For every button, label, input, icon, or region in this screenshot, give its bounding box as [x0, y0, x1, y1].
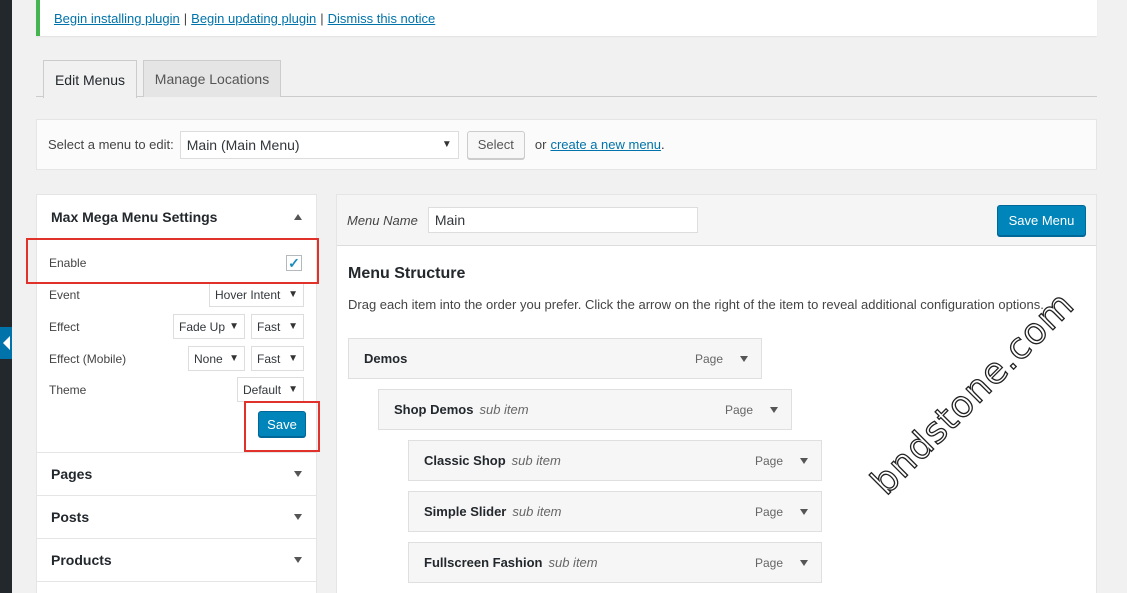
menu-item-demos[interactable]: Demos Page	[348, 338, 762, 379]
chevron-down-icon	[294, 557, 302, 563]
accordion-pages-label: Pages	[51, 466, 93, 482]
menu-select-bar: Select a menu to edit: Main (Main Menu) …	[36, 119, 1097, 170]
menu-item-type: Page	[694, 351, 723, 366]
chevron-down-icon: ▼	[288, 321, 298, 332]
menu-item-sub-label: sub item	[512, 504, 562, 519]
select-menu-label: Select a menu to edit:	[48, 137, 174, 152]
accordion-pages[interactable]: Pages	[36, 453, 317, 496]
menu-item-shop-demos[interactable]: Shop Demos sub item Page	[378, 389, 792, 430]
chevron-down-icon	[294, 471, 302, 477]
period-text: .	[661, 137, 665, 152]
menu-name-value: Main	[434, 212, 466, 228]
theme-row: Theme Default ▼	[49, 377, 304, 402]
chevron-down-icon: ▼	[288, 353, 298, 364]
mega-menu-settings-title: Max Mega Menu Settings	[51, 209, 218, 225]
admin-menu-strip	[0, 0, 12, 593]
effect-speed-select[interactable]: Fast ▼	[251, 314, 304, 339]
menu-item-type: Page	[754, 504, 783, 519]
begin-updating-link[interactable]: Begin updating plugin	[191, 11, 316, 26]
collapse-arrow-icon[interactable]	[0, 327, 12, 359]
save-menu-button[interactable]: Save Menu	[997, 205, 1086, 236]
menu-item-sub-label: sub item	[479, 402, 529, 417]
notice-separator: |	[320, 10, 324, 26]
notice-separator: |	[183, 10, 188, 26]
chevron-down-icon: ▼	[288, 289, 298, 300]
save-highlight-box	[244, 401, 320, 452]
menu-item-title: Fullscreen Fashion	[424, 555, 543, 570]
event-value: Hover Intent	[215, 287, 281, 302]
tab-edit-menus[interactable]: Edit Menus	[43, 60, 137, 98]
chevron-up-icon	[294, 214, 302, 220]
menu-item-classic-shop[interactable]: Classic Shop sub item Page	[408, 440, 822, 481]
menu-item-fullscreen-fashion[interactable]: Fullscreen Fashion sub item Page	[408, 542, 822, 583]
menu-item-title: Shop Demos	[394, 402, 474, 417]
menu-item-title: Demos	[364, 351, 408, 366]
menu-item-simple-slider[interactable]: Simple Slider sub item Page	[408, 491, 822, 532]
tab-manage-locations[interactable]: Manage Locations	[143, 60, 281, 97]
event-row: Event Hover Intent ▼	[49, 282, 304, 307]
chevron-down-icon: ▼	[441, 139, 452, 150]
event-label: Event	[49, 287, 80, 302]
accordion-products-label: Products	[51, 552, 112, 568]
dismiss-notice-link[interactable]: Dismiss this notice	[328, 11, 436, 26]
menu-select-value: Main (Main Menu)	[186, 136, 300, 153]
effect-mobile-value: None	[194, 351, 223, 366]
select-button[interactable]: Select	[466, 130, 525, 159]
plugin-notice: Begin installing plugin | Begin updating…	[36, 0, 1097, 36]
accordion-posts[interactable]: Posts	[36, 496, 317, 539]
accordion-next[interactable]	[36, 582, 317, 593]
menu-structure-description: Drag each item into the order you prefer…	[348, 297, 1044, 312]
effect-row: Effect Fade Up ▼ Fast ▼	[49, 314, 304, 339]
create-new-menu-link[interactable]: create a new menu	[550, 137, 661, 152]
theme-select[interactable]: Default ▼	[237, 377, 304, 402]
menu-item-type: Page	[754, 555, 783, 570]
theme-label: Theme	[49, 382, 87, 397]
or-text: or	[534, 137, 547, 152]
chevron-down-icon[interactable]	[770, 407, 778, 413]
effect-mobile-speed-select[interactable]: Fast ▼	[251, 346, 304, 371]
chevron-down-icon[interactable]	[800, 509, 808, 515]
mega-menu-settings-header[interactable]: Max Mega Menu Settings	[37, 195, 316, 239]
menu-name-label: Menu Name	[347, 212, 418, 228]
chevron-down-icon: ▼	[288, 384, 298, 395]
menu-item-type: Page	[724, 402, 753, 417]
nav-tabs: Edit Menus Manage Locations	[36, 60, 1097, 98]
effect-value: Fade Up	[179, 319, 226, 334]
chevron-down-icon[interactable]	[800, 458, 808, 464]
effect-speed-value: Fast	[257, 319, 281, 334]
menu-item-title: Classic Shop	[424, 453, 506, 468]
effect-mobile-row: Effect (Mobile) None ▼ Fast ▼	[49, 346, 304, 371]
left-column: Max Mega Menu Settings Enable ✓ Event Ho…	[26, 194, 320, 593]
chevron-down-icon	[294, 514, 302, 520]
effect-select[interactable]: Fade Up ▼	[173, 314, 245, 339]
menu-item-title: Simple Slider	[424, 504, 507, 519]
chevron-down-icon[interactable]	[800, 560, 808, 566]
menu-editor-header: Menu Name Main Save Menu	[337, 195, 1096, 246]
chevron-down-icon: ▼	[229, 321, 239, 332]
theme-value: Default	[243, 382, 282, 397]
chevron-down-icon: ▼	[229, 353, 239, 364]
menu-item-type: Page	[754, 453, 783, 468]
menu-item-sub-label: sub item	[548, 555, 598, 570]
event-select[interactable]: Hover Intent ▼	[209, 282, 304, 307]
accordion-posts-label: Posts	[51, 509, 90, 525]
mega-menu-settings-panel: Max Mega Menu Settings Enable ✓ Event Ho…	[26, 194, 320, 453]
menu-name-input[interactable]: Main	[427, 207, 698, 233]
effect-mobile-speed-value: Fast	[257, 351, 281, 366]
chevron-down-icon[interactable]	[740, 356, 748, 362]
menu-item-sub-label: sub item	[511, 453, 561, 468]
effect-label: Effect	[49, 319, 80, 334]
menu-select-dropdown[interactable]: Main (Main Menu) ▼	[179, 130, 459, 159]
effect-mobile-select[interactable]: None ▼	[188, 346, 245, 371]
effect-mobile-label: Effect (Mobile)	[49, 351, 127, 366]
begin-installing-link[interactable]: Begin installing plugin	[54, 11, 180, 26]
enable-highlight-box	[26, 238, 319, 284]
menu-structure-title: Menu Structure	[348, 265, 466, 282]
accordion-products[interactable]: Products	[36, 539, 317, 582]
